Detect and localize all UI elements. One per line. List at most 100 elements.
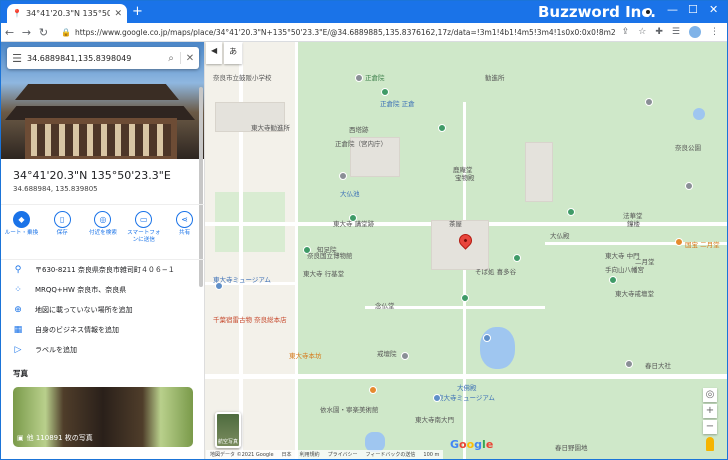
add-business-row[interactable]: ▦ 自身のビジネス情報を追加 [1, 320, 204, 340]
business-icon: ▦ [13, 325, 23, 335]
map-label[interactable]: 勧進所 [485, 72, 505, 82]
forward-icon[interactable]: → [18, 26, 35, 39]
search-box[interactable]: ☰ 34.6889841,135.8398049 ⌕ ✕ [7, 47, 199, 69]
map-label[interactable]: 大仏池 [340, 188, 360, 198]
map-label[interactable]: 千葉宿雷古物 奈良総本店 [213, 314, 287, 324]
map-label[interactable]: 春日野園地 [555, 442, 588, 452]
pond [365, 432, 385, 452]
add-label-row[interactable]: ▷ ラベルを追加 [1, 340, 204, 360]
place-pin[interactable] [513, 254, 521, 262]
reload-icon[interactable]: ↻ [35, 26, 52, 39]
search-input[interactable]: 34.6889841,135.8398049 [27, 54, 162, 63]
place-pin[interactable] [567, 208, 575, 216]
new-tab-button[interactable]: + [132, 5, 143, 18]
zoom-out-button[interactable]: − [703, 420, 717, 434]
place-pin[interactable] [369, 386, 377, 394]
map-label[interactable]: 大佛殿 [457, 382, 477, 392]
place-pin[interactable] [349, 214, 357, 222]
photo-thumbnail[interactable]: ▣ 他 110891 枚の写真 [13, 387, 193, 447]
map-label[interactable]: 東大寺戒壇堂 [615, 288, 654, 298]
place-pin[interactable] [675, 238, 683, 246]
share-page-icon[interactable]: ⇪ [622, 27, 630, 37]
place-pin[interactable] [461, 294, 469, 302]
star-icon[interactable]: ☆ [638, 27, 646, 37]
map-label[interactable]: 茶屋 [449, 218, 462, 228]
place-pin[interactable] [401, 352, 409, 360]
back-icon[interactable]: ← [1, 26, 18, 39]
place-pin[interactable] [483, 334, 491, 342]
place-pin[interactable] [303, 246, 311, 254]
map-label[interactable]: 東大寺勧進所 [251, 122, 290, 132]
nearby-icon: ◎ [94, 211, 112, 228]
extensions-icon[interactable]: ✚ [655, 27, 663, 37]
footer-link-privacy[interactable]: プライバシー [328, 451, 358, 458]
collapse-panel-button[interactable]: ◀ [206, 42, 223, 64]
place-pin[interactable] [355, 74, 363, 82]
footer-link-japan[interactable]: 日本 [282, 451, 292, 458]
satellite-toggle[interactable]: 航空写真 [215, 412, 241, 448]
map-label[interactable]: 東大寺本坊 [289, 350, 322, 360]
road [205, 374, 727, 379]
map-label[interactable]: 東大寺南大門 [415, 414, 454, 424]
close-tab-icon[interactable]: ✕ [114, 9, 122, 19]
map-label[interactable]: 宝物殿 [455, 172, 475, 182]
footer-link-terms[interactable]: 利用規約 [300, 451, 320, 458]
place-pin[interactable] [438, 124, 446, 132]
map-label[interactable]: 正倉院（宮内庁） [335, 138, 387, 148]
close-window-button[interactable]: ✕ [709, 3, 718, 16]
map-label[interactable]: 春日大社 [645, 360, 671, 370]
menu-icon[interactable]: ☰ [7, 52, 27, 65]
kebab-menu-icon[interactable]: ⋮ [710, 27, 719, 37]
bookmark-icon: ▯ [53, 211, 71, 228]
send-to-phone-button[interactable]: ▭ スマートフォンに送信 [126, 211, 162, 259]
directions-button[interactable]: ◆ ルート・乗換 [3, 211, 39, 259]
address-row[interactable]: ⚲ 〒630-8211 奈良県奈良市雑司町４０６−１ [1, 260, 204, 280]
plus-code-row[interactable]: ⁘ MRQQ+HW 奈良市、奈良県 [1, 280, 204, 300]
place-pin[interactable] [339, 172, 347, 180]
map-label[interactable]: 奈良市立鼓阪小学校 [213, 72, 272, 82]
map-label[interactable]: 国宝 二月堂 [685, 239, 720, 249]
map-label[interactable]: 西塔跡 [349, 124, 369, 134]
minimize-button[interactable]: — [667, 3, 678, 16]
footer-link-feedback[interactable]: フィードバックの送信 [365, 451, 415, 458]
place-pin[interactable] [609, 276, 617, 284]
map-label[interactable]: 正倉院 [365, 72, 385, 82]
save-button[interactable]: ▯ 保存 [44, 211, 80, 259]
place-pin[interactable] [215, 282, 223, 290]
street-view-pegman[interactable] [706, 437, 714, 451]
share-icon: ⋖ [176, 211, 194, 228]
language-button[interactable]: あ [224, 42, 243, 64]
add-place-row[interactable]: ⊕ 地図に載っていない場所を追加 [1, 300, 204, 320]
zoom-in-button[interactable]: + [703, 404, 717, 418]
map-label[interactable]: 戒壇院 [377, 348, 397, 358]
maximize-button[interactable]: ☐ [688, 3, 698, 16]
place-pin[interactable] [685, 182, 693, 190]
google-logo: Google [450, 438, 494, 451]
map-label[interactable]: 東大寺ミュージアム [437, 392, 495, 402]
share-button[interactable]: ⋖ 共有 [167, 211, 203, 259]
search-icon[interactable]: ⌕ [162, 53, 180, 64]
map-label[interactable]: 奈良公園 [675, 142, 701, 152]
map-label[interactable]: 法華堂 [623, 210, 643, 220]
clear-icon[interactable]: ✕ [181, 53, 199, 64]
reading-list-icon[interactable]: ☰ [672, 27, 680, 37]
map-label[interactable]: 知足院 [317, 244, 337, 254]
map-canvas[interactable]: 奈良市立鼓阪小学校 正倉院 正倉院 正倉 正倉院（宮内庁） 東大寺勧進所 西塔跡… [205, 42, 727, 459]
place-pin[interactable] [625, 360, 633, 368]
map-label[interactable]: 依水園・寧楽美術館 [320, 404, 379, 414]
toolbar-icons: ⇪ ☆ ✚ ☰ ⋮ [622, 26, 719, 38]
tab-maps[interactable]: 📍 34°41'20.3"N 135°50'23.3"E - Go... ✕ [7, 4, 127, 23]
map-label[interactable]: 大仏殿 [550, 230, 570, 240]
map-label[interactable]: そば処 喜多谷 [475, 266, 516, 276]
place-pin[interactable] [381, 88, 389, 96]
map-label[interactable]: 正倉院 正倉 [380, 98, 415, 108]
nearby-button[interactable]: ◎ 付近を検索 [85, 211, 121, 259]
map-label[interactable]: 二月堂 [635, 256, 655, 266]
map-label[interactable]: 東大寺 行基堂 [303, 268, 344, 278]
my-location-button[interactable]: ◎ [703, 388, 717, 402]
profile-avatar[interactable] [689, 26, 701, 38]
place-pin[interactable] [433, 394, 441, 402]
map-label[interactable]: 念仏堂 [375, 300, 395, 310]
address-bar[interactable]: 🔒 https://www.google.co.jp/maps/place/34… [61, 25, 616, 40]
place-pin[interactable] [645, 98, 653, 106]
